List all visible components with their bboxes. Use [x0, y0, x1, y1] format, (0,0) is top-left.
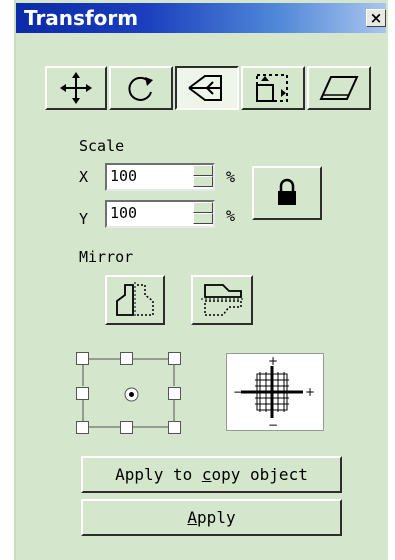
crosshair-grid-icon: − + + − — [233, 354, 315, 432]
rotate-tool-button[interactable] — [109, 66, 173, 110]
panel-left-border — [14, 0, 16, 560]
apply-to-copy-label: Apply to copy object — [115, 465, 308, 484]
skew-icon — [319, 76, 359, 100]
anchor-center-radio[interactable] — [124, 387, 139, 402]
apply-to-copy-button[interactable]: Apply to copy object — [81, 456, 342, 493]
scale-tool-button[interactable] — [175, 66, 239, 110]
anchor-middle-left[interactable] — [76, 387, 89, 400]
mirror-vertical-icon — [201, 284, 245, 316]
lock-proportions-button[interactable] — [252, 166, 322, 220]
title-bar[interactable]: Transform × — [16, 3, 386, 33]
scale-x-unit: % — [226, 168, 236, 186]
scale-icon — [188, 75, 222, 101]
transform-preview: − + + − — [226, 353, 324, 432]
scale-x-input[interactable] — [110, 165, 180, 187]
anchor-bottom-center[interactable] — [120, 421, 133, 434]
scale-x-label: X — [79, 168, 89, 186]
size-icon — [256, 74, 288, 102]
size-tool-button[interactable] — [241, 66, 305, 110]
apply-label: Apply — [187, 508, 236, 527]
move-arrows-icon — [60, 72, 92, 104]
mirror-vertical-button[interactable] — [191, 275, 253, 325]
scale-y-label: Y — [79, 210, 89, 228]
scale-y-spinbox[interactable] — [105, 200, 215, 228]
window-title: Transform — [24, 6, 139, 30]
skew-tool-button[interactable] — [307, 66, 371, 110]
scale-x-spinbox[interactable] — [105, 163, 215, 191]
close-button[interactable]: × — [366, 9, 386, 27]
mirror-heading: Mirror — [79, 248, 134, 266]
close-icon: × — [369, 9, 383, 27]
rotate-icon — [128, 76, 153, 101]
scale-x-down-arrow[interactable] — [193, 176, 213, 187]
lock-icon — [278, 178, 296, 205]
anchor-top-center[interactable] — [120, 352, 133, 365]
scale-y-down-arrow[interactable] — [193, 213, 213, 224]
anchor-middle-right[interactable] — [168, 387, 181, 400]
anchor-top-right[interactable] — [168, 352, 181, 365]
anchor-top-left[interactable] — [76, 352, 89, 365]
scale-heading: Scale — [79, 137, 125, 155]
anchor-bottom-left[interactable] — [76, 421, 89, 434]
anchor-bottom-right[interactable] — [168, 421, 181, 434]
mirror-horizontal-icon — [116, 282, 154, 318]
svg-text:−: − — [233, 385, 243, 399]
apply-button[interactable]: Apply — [81, 499, 342, 536]
scale-x-up-arrow[interactable] — [193, 165, 213, 176]
svg-text:+: + — [305, 385, 315, 399]
scale-y-unit: % — [226, 207, 236, 225]
move-tool-button[interactable] — [45, 66, 107, 110]
scale-y-up-arrow[interactable] — [193, 202, 213, 213]
scale-y-input[interactable] — [110, 202, 180, 224]
mirror-horizontal-button[interactable] — [105, 275, 165, 325]
anchor-point-grid — [76, 352, 196, 436]
svg-text:+: + — [268, 354, 278, 368]
svg-text:−: − — [268, 418, 278, 430]
